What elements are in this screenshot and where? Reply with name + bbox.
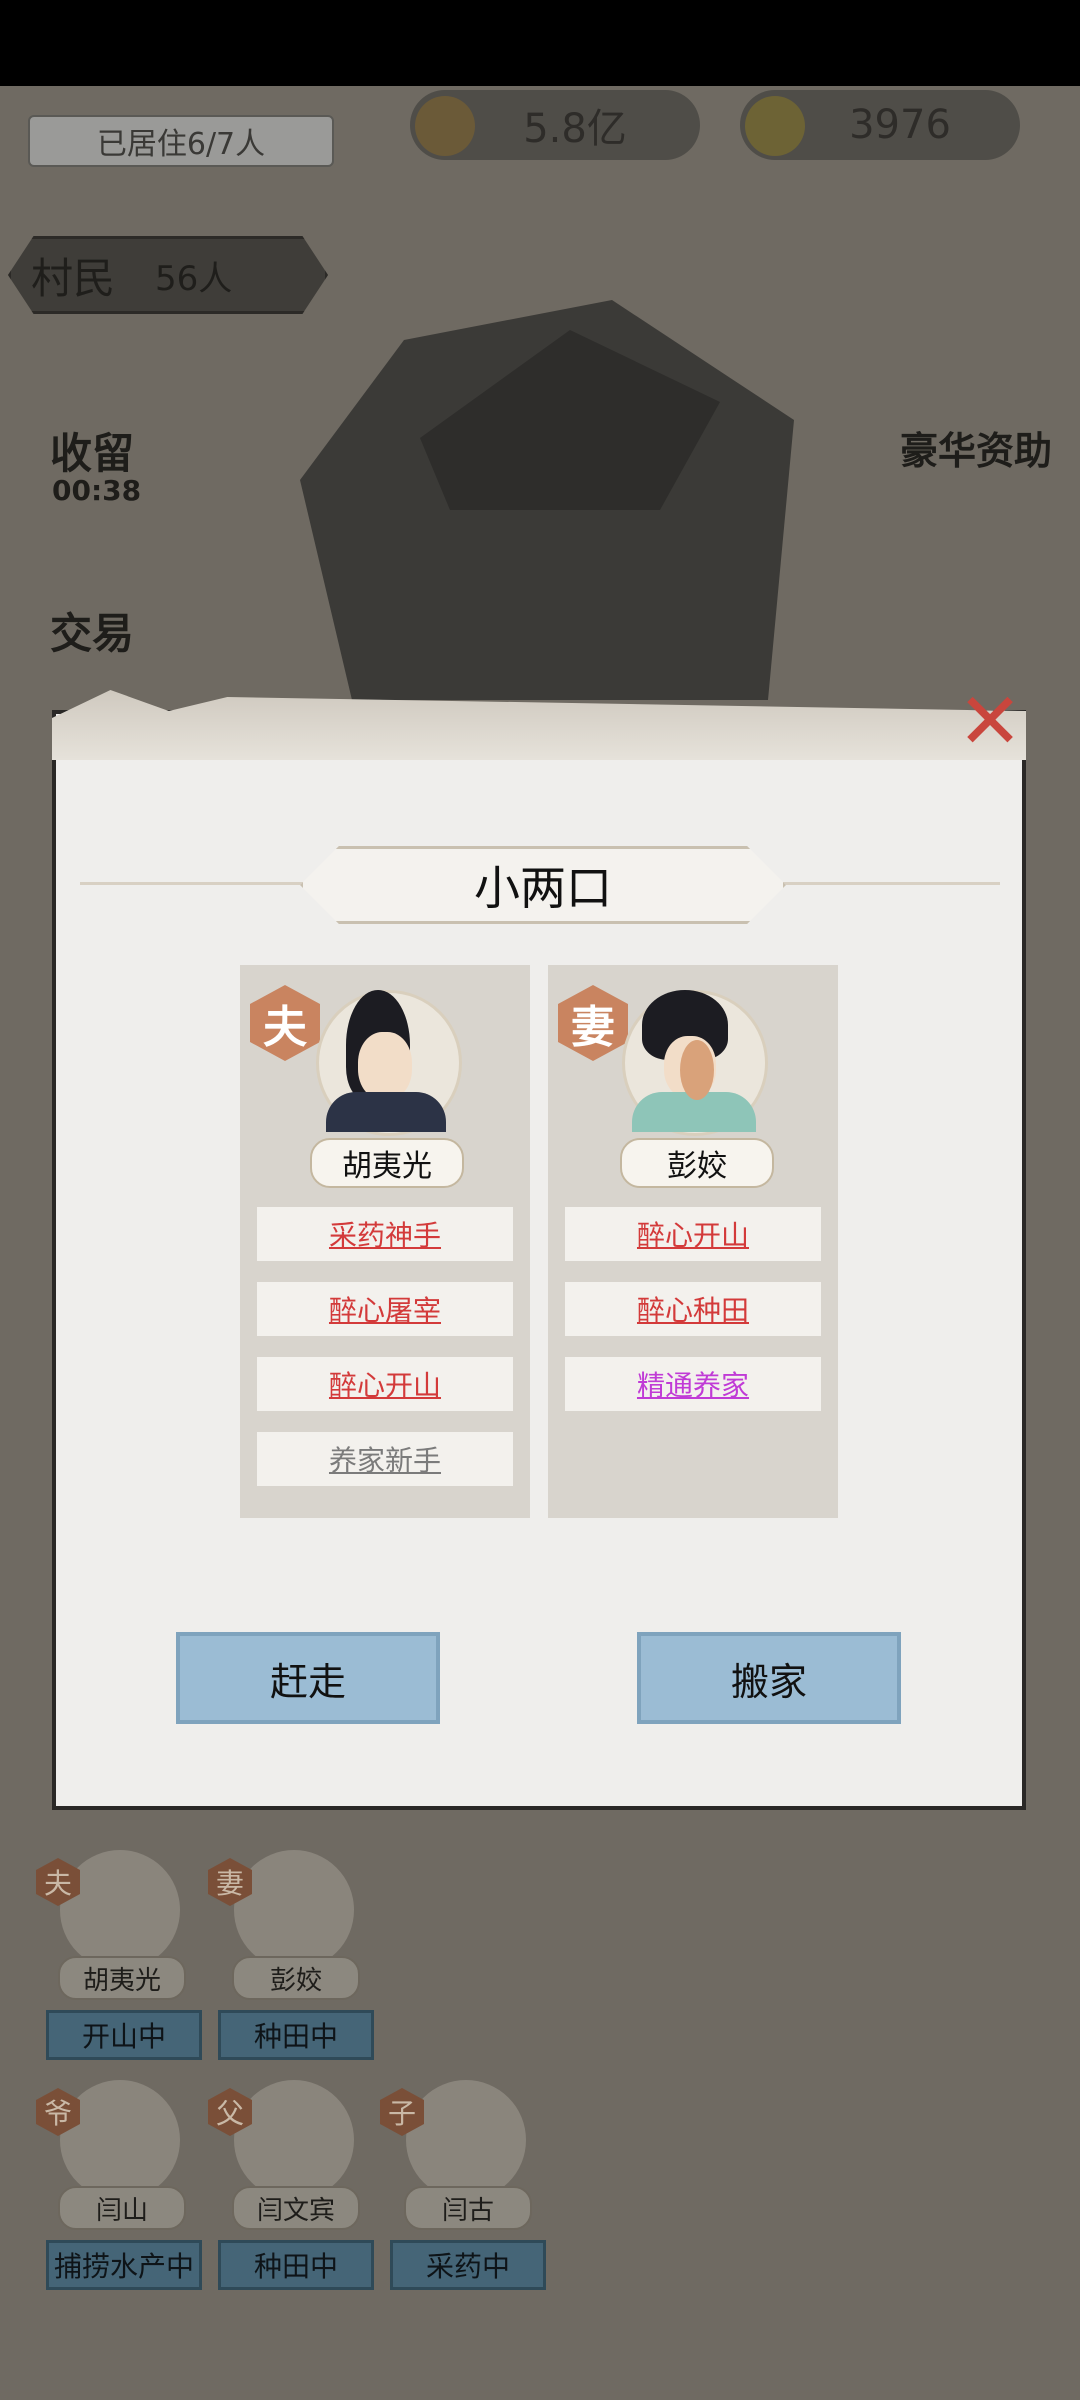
family-name-2: 彭姣	[232, 1956, 360, 2000]
wife-trait-3[interactable]: 精通养家	[565, 1357, 821, 1411]
family-portrait-3	[60, 2080, 180, 2200]
title-line-right	[770, 882, 1000, 885]
husband-trait-4[interactable]: 养家新手	[257, 1432, 513, 1486]
villagers-tab[interactable]: 村民 56人	[8, 236, 328, 314]
villagers-count: 56人	[155, 258, 233, 299]
money-coin-icon	[415, 96, 475, 156]
sponsor-button[interactable]: 豪华资助	[900, 420, 1052, 475]
husband-name: 胡夷光	[310, 1138, 464, 1188]
evict-button[interactable]: 赶走	[176, 1632, 440, 1724]
wife-trait-1[interactable]: 醉心开山	[565, 1207, 821, 1261]
trade-button[interactable]: 交易	[50, 600, 134, 661]
close-icon[interactable]: ✕	[950, 682, 1030, 762]
family-status-1[interactable]: 开山中	[46, 2010, 202, 2060]
status-bar	[0, 0, 1080, 86]
shelter-timer: 00:38	[52, 474, 142, 507]
family-name-5: 闫古	[404, 2186, 532, 2230]
family-portrait-5	[406, 2080, 526, 2200]
family-portrait-4	[234, 2080, 354, 2200]
move-button[interactable]: 搬家	[637, 1632, 901, 1724]
husband-trait-1[interactable]: 采药神手	[257, 1207, 513, 1261]
husband-face	[358, 1032, 412, 1100]
husband-trait-3[interactable]: 醉心开山	[257, 1357, 513, 1411]
husband-robe	[326, 1092, 446, 1132]
money-value: 5.8亿	[523, 106, 627, 152]
residents-counter: 已居住6/7人	[28, 115, 334, 167]
wife-trait-2[interactable]: 醉心种田	[565, 1282, 821, 1336]
family-name-3: 闫山	[58, 2186, 186, 2230]
fan-icon	[680, 1040, 714, 1100]
villagers-label: 村民	[31, 253, 116, 303]
shelter-button[interactable]: 收留	[50, 420, 134, 481]
title-line-left	[80, 882, 310, 885]
family-portrait-1	[60, 1850, 180, 1970]
family-status-4[interactable]: 种田中	[218, 2240, 374, 2290]
family-status-3[interactable]: 捕捞水产中	[46, 2240, 202, 2290]
gold-value: 3976	[849, 102, 951, 148]
wife-name: 彭姣	[620, 1138, 774, 1188]
family-portrait-2	[234, 1850, 354, 1970]
dialog-title: 小两口	[300, 846, 786, 924]
husband-trait-2[interactable]: 醉心屠宰	[257, 1282, 513, 1336]
gold-ingot-icon	[745, 96, 805, 156]
family-name-4: 闫文宾	[232, 2186, 360, 2230]
family-name-1: 胡夷光	[58, 1956, 186, 2000]
family-status-5[interactable]: 采药中	[390, 2240, 546, 2290]
family-status-2[interactable]: 种田中	[218, 2010, 374, 2060]
